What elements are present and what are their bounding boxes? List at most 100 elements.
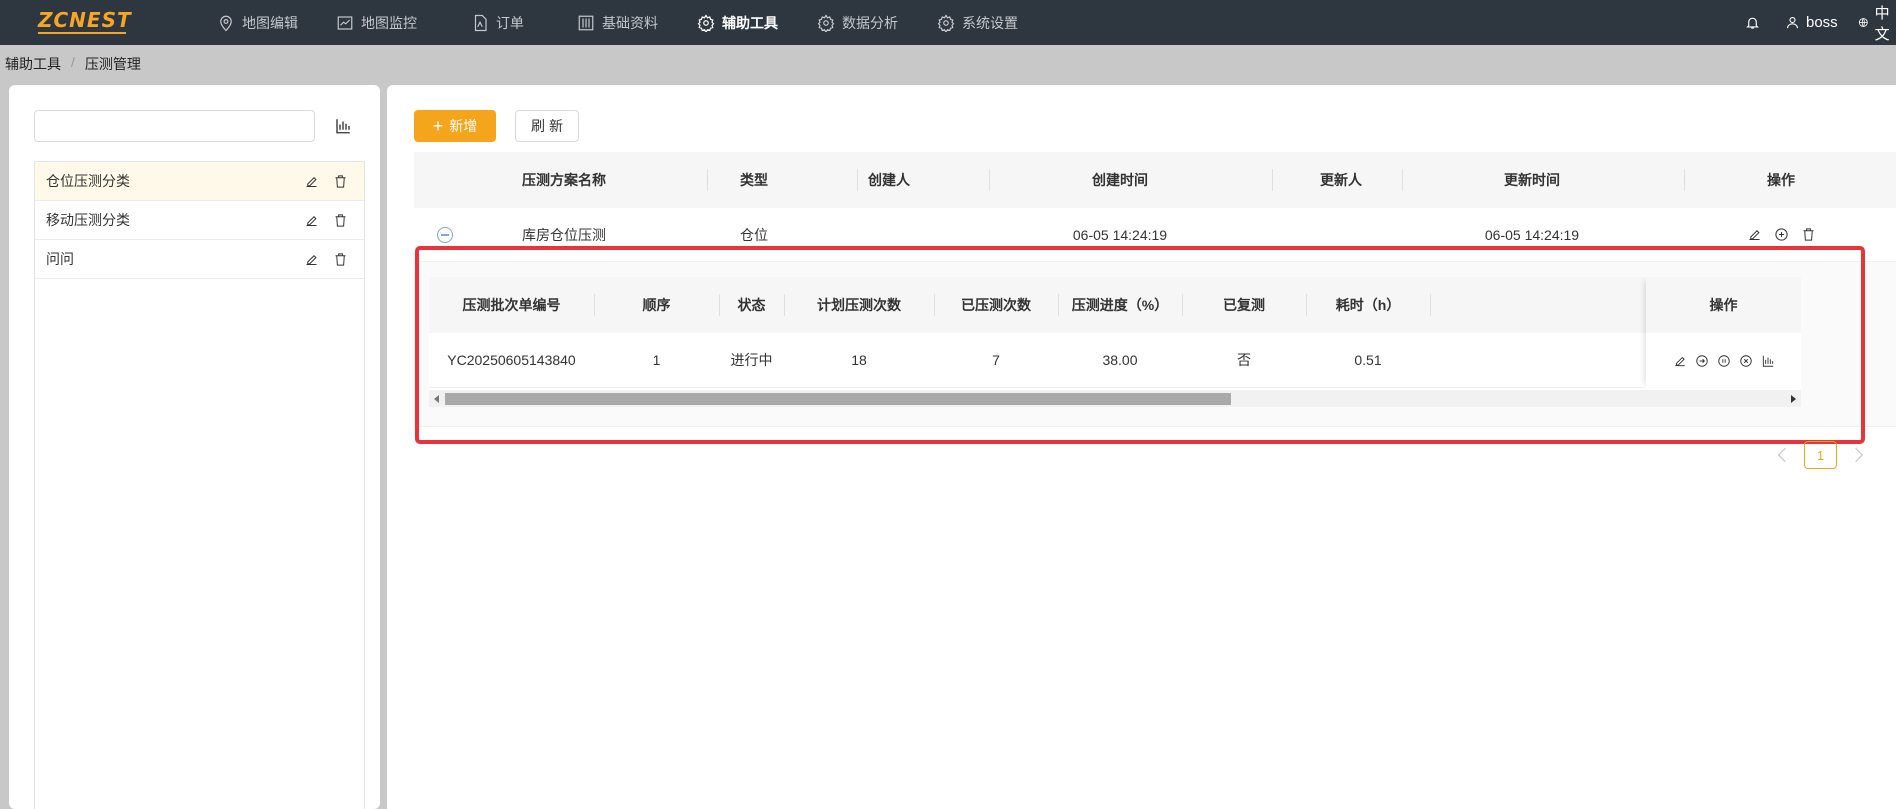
notification-button[interactable] xyxy=(1745,0,1760,45)
scroll-left-arrow[interactable] xyxy=(434,395,439,403)
trash-icon[interactable] xyxy=(333,252,348,267)
bar-chart-icon[interactable] xyxy=(1761,354,1775,368)
batch-planned-count: 18 xyxy=(851,352,867,368)
pause-icon[interactable] xyxy=(1717,354,1731,368)
horizontal-scrollbar[interactable] xyxy=(429,390,1801,407)
column-header: 压测方案名称 xyxy=(522,172,606,188)
trash-icon[interactable] xyxy=(333,213,348,228)
user-icon xyxy=(1786,16,1799,29)
language-label: 中文 xyxy=(1874,4,1890,43)
category-panel: 仓位压测分类 移动压测分类 问问 xyxy=(9,85,380,809)
edit-icon[interactable] xyxy=(304,213,319,228)
app-logo[interactable]: ZCNEST xyxy=(38,9,131,35)
line-chart-icon xyxy=(337,15,353,30)
retest-icon[interactable] xyxy=(1695,354,1709,368)
nav-item-map-edit[interactable]: 地图编辑 xyxy=(217,0,298,45)
document-icon xyxy=(474,14,487,31)
edit-icon[interactable] xyxy=(1747,227,1762,242)
plus-icon: + xyxy=(432,116,444,136)
map-pin-icon xyxy=(220,15,232,31)
column-header: 耗时（h） xyxy=(1335,297,1401,313)
edit-icon[interactable] xyxy=(304,252,319,267)
column-header: 类型 xyxy=(740,172,768,188)
column-header: 已压测次数 xyxy=(961,297,1031,313)
nav-item-basic-data[interactable]: 基础资料 xyxy=(577,0,658,45)
nav-item-orders[interactable]: 订单 xyxy=(471,0,524,45)
breadcrumb: 辅助工具 / 压测管理 xyxy=(5,54,141,74)
category-label: 仓位压测分类 xyxy=(46,173,130,189)
column-header: 已复测 xyxy=(1223,297,1265,313)
nav-item-aux-tools[interactable]: 辅助工具 xyxy=(697,0,778,45)
batch-table-header: 压测批次单编号 顺序 状态 计划压测次数 已压测次数 压测进度（%） 已复测 耗… xyxy=(429,277,1801,333)
plan-type: 仓位 xyxy=(740,226,768,243)
table-row[interactable]: 库房仓位压测 仓位 06-05 14:24:19 06-05 14:24:19 xyxy=(414,208,1896,262)
cancel-icon[interactable] xyxy=(1739,354,1753,368)
nav-item-label: 地图监控 xyxy=(361,14,417,31)
column-header: 压测批次单编号 xyxy=(462,297,561,313)
nav-item-label: 数据分析 xyxy=(842,14,898,31)
gear-icon xyxy=(697,13,715,32)
main-panel: + 新增 刷新 压测方案名称 类型 创建人 创建时间 更新人 更新时间 操作 库… xyxy=(387,85,1896,809)
nav-item-data-analysis[interactable]: 数据分析 xyxy=(817,0,898,45)
gear-icon xyxy=(937,13,955,32)
refresh-button[interactable]: 刷新 xyxy=(515,110,579,142)
plan-updated-at: 06-05 14:24:19 xyxy=(1484,226,1580,243)
edit-icon[interactable] xyxy=(304,174,319,189)
column-header: 操作 xyxy=(1646,277,1801,333)
breadcrumb-parent[interactable]: 辅助工具 xyxy=(5,54,61,74)
add-button[interactable]: + 新增 xyxy=(414,110,496,142)
column-header: 更新时间 xyxy=(1504,172,1560,188)
user-menu[interactable]: boss xyxy=(1785,0,1838,45)
breadcrumb-current: 压测管理 xyxy=(84,56,141,72)
prev-page-button[interactable] xyxy=(1777,447,1793,463)
column-header: 创建时间 xyxy=(1092,172,1148,188)
batch-status: 进行中 xyxy=(730,352,773,368)
nav-item-map-monitor[interactable]: 地图监控 xyxy=(336,0,417,45)
category-label: 问问 xyxy=(46,251,74,267)
collapse-row-button[interactable] xyxy=(437,227,453,243)
top-nav-bar: ZCNEST 地图编辑 地图监控 订单 基础资料 辅助工具 数据分析 系统设置 … xyxy=(0,0,1896,45)
bar-chart-icon xyxy=(336,119,350,134)
nav-item-label: 系统设置 xyxy=(962,14,1018,31)
batch-done-count: 7 xyxy=(992,352,1000,368)
trash-icon[interactable] xyxy=(333,174,348,189)
category-search-input[interactable] xyxy=(34,110,315,142)
page-number-button[interactable]: 1 xyxy=(1804,441,1837,469)
table-row[interactable]: YC20250605143840 1 进行中 18 7 38.00 否 0.51 xyxy=(429,333,1801,388)
batch-table: 压测批次单编号 顺序 状态 计划压测次数 已压测次数 压测进度（%） 已复测 耗… xyxy=(429,277,1801,391)
edit-icon[interactable] xyxy=(1673,354,1687,368)
column-header: 状态 xyxy=(737,297,766,313)
nav-item-label: 辅助工具 xyxy=(722,14,778,31)
column-header: 顺序 xyxy=(642,297,671,313)
add-button-label: 新增 xyxy=(449,118,478,134)
add-circle-icon[interactable] xyxy=(1774,227,1789,242)
pagination: 1 xyxy=(1777,441,1864,469)
plan-created-at: 06-05 14:24:19 xyxy=(1072,226,1168,243)
plan-table-header: 压测方案名称 类型 创建人 创建时间 更新人 更新时间 操作 xyxy=(414,152,1896,208)
row-actions xyxy=(1711,208,1851,261)
plan-name: 库房仓位压测 xyxy=(522,226,606,243)
stats-chart-button[interactable] xyxy=(332,115,354,137)
category-item[interactable]: 仓位压测分类 xyxy=(35,162,364,201)
column-divider xyxy=(989,169,990,191)
category-list: 仓位压测分类 移动压测分类 问问 xyxy=(34,161,365,809)
nav-item-label: 订单 xyxy=(496,14,524,31)
logo-underline xyxy=(38,32,126,34)
trash-icon[interactable] xyxy=(1801,227,1816,242)
batch-progress: 38.00 xyxy=(1102,352,1138,368)
scroll-right-arrow[interactable] xyxy=(1791,395,1796,403)
category-item[interactable]: 问问 xyxy=(35,240,364,279)
next-page-button[interactable] xyxy=(1848,447,1864,463)
language-switch[interactable]: 中文 xyxy=(1858,0,1896,45)
plan-updater xyxy=(1271,208,1411,261)
column-divider xyxy=(1402,169,1403,191)
column-header: 创建人 xyxy=(868,172,910,188)
nav-item-label: 地图编辑 xyxy=(242,14,298,31)
nav-item-system-settings[interactable]: 系统设置 xyxy=(937,0,1018,45)
username: boss xyxy=(1806,14,1838,31)
scrollbar-thumb[interactable] xyxy=(445,393,1231,405)
category-item[interactable]: 移动压测分类 xyxy=(35,201,364,240)
nav-item-label: 基础资料 xyxy=(602,14,658,31)
batch-order: 1 xyxy=(652,352,661,368)
column-header: 压测进度（%） xyxy=(1071,297,1169,313)
